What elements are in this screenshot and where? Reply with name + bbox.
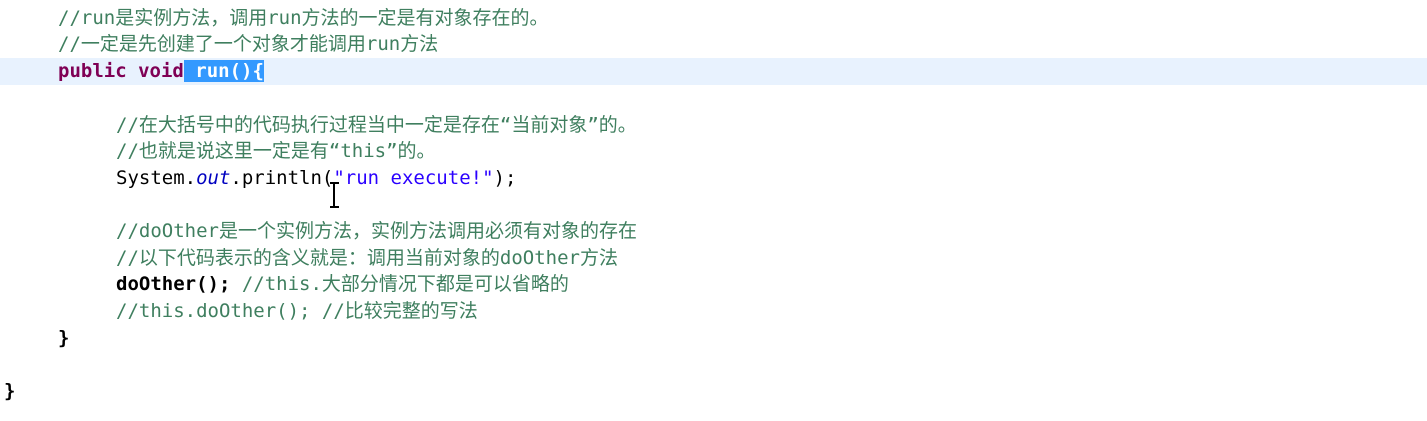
code-line-1[interactable]: //run是实例方法，调用run方法的一定是有对象存在的。 — [0, 5, 1427, 32]
keyword-public: public — [58, 60, 127, 82]
code-line-2[interactable]: //一定是先创建了一个对象才能调用run方法 — [0, 31, 1427, 58]
system-class: System. — [116, 167, 197, 189]
code-line-9[interactable]: doOther(); //this.大部分情况下都是可以省略的 — [0, 271, 1427, 298]
comment: //this.doOther(); //比较完整的写法 — [116, 300, 478, 322]
comment: //this.大部分情况下都是可以省略的 — [230, 273, 569, 295]
code-line-12[interactable]: } — [0, 378, 1427, 405]
code-line-6[interactable]: System.out.println("run execute!"); — [0, 165, 1427, 192]
code-line-10[interactable]: //this.doOther(); //比较完整的写法 — [0, 298, 1427, 325]
statement-end: ); — [493, 167, 517, 189]
comment: //一定是先创建了一个对象才能调用run方法 — [58, 33, 439, 55]
code-line-8[interactable]: //以下代码表示的含义就是：调用当前对象的doOther方法 — [0, 245, 1427, 272]
code-line-11[interactable]: } — [0, 325, 1427, 352]
code-line-5[interactable]: //也就是说这里一定是有“this”的。 — [0, 138, 1427, 165]
code-editor[interactable]: //run是实例方法，调用run方法的一定是有对象存在的。 //一定是先创建了一… — [0, 0, 1427, 421]
selected-text[interactable]: run(){ — [183, 60, 264, 82]
string-literal: "run execute!" — [333, 167, 494, 189]
closing-brace: } — [58, 327, 70, 349]
comment: //在大括号中的代码执行过程当中一定是存在“当前对象”的。 — [116, 114, 637, 136]
code-line-7[interactable]: //doOther是一个实例方法，实例方法调用必须有对象的存在 — [0, 218, 1427, 245]
out-field: out — [196, 167, 231, 189]
comment: //也就是说这里一定是有“this”的。 — [116, 140, 436, 162]
code-line-3-current[interactable]: public void run(){ — [0, 58, 1427, 85]
closing-brace: } — [4, 380, 16, 402]
keyword-void: void — [138, 60, 184, 82]
println-method: .println( — [230, 167, 334, 189]
comment: //run是实例方法，调用run方法的一定是有对象存在的。 — [58, 7, 549, 29]
text-cursor-icon — [330, 182, 339, 208]
comment: //doOther是一个实例方法，实例方法调用必须有对象的存在 — [116, 220, 637, 242]
dootherr-call: doOther(); — [116, 273, 231, 295]
code-line-4[interactable]: //在大括号中的代码执行过程当中一定是存在“当前对象”的。 — [0, 112, 1427, 139]
comment: //以下代码表示的含义就是：调用当前对象的doOther方法 — [116, 247, 618, 269]
